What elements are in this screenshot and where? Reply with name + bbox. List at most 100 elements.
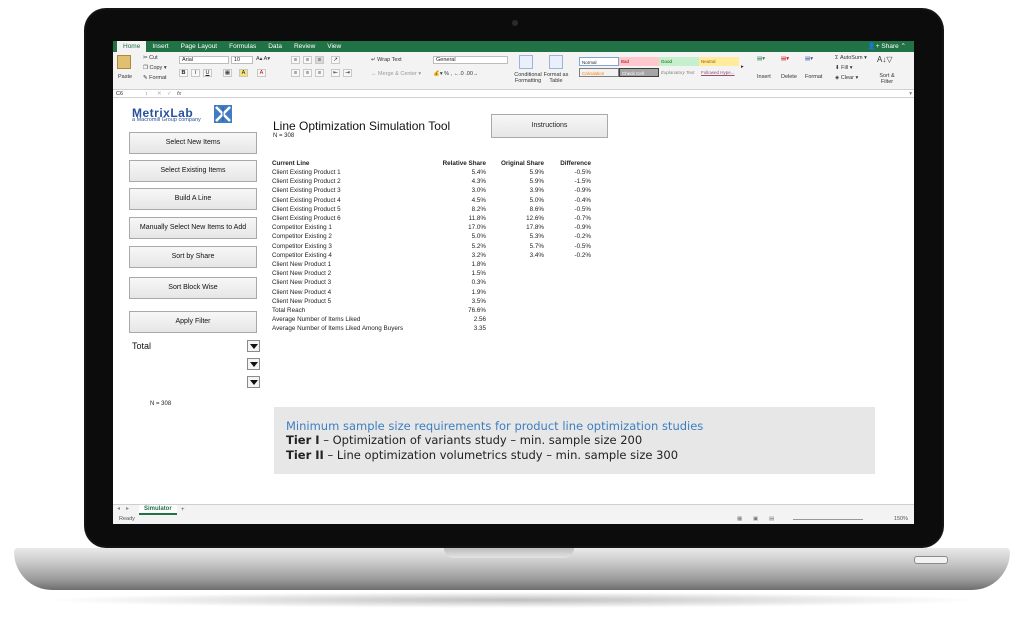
- select-new-items-button[interactable]: Select New Items: [129, 132, 257, 154]
- column-header: Current Line: [272, 160, 310, 167]
- formula-input[interactable]: [189, 90, 905, 98]
- status-ready: Ready: [119, 516, 135, 522]
- worksheet: MetrixLab a Macromill Group company Sele…: [113, 98, 914, 504]
- number-format-buttons[interactable]: 💰▾ % , ←.0 .00→: [433, 71, 478, 77]
- zoom-slider[interactable]: [793, 519, 863, 520]
- styles-more-icon[interactable]: ▸: [741, 64, 744, 70]
- align-top-icon[interactable]: ≡: [291, 56, 300, 64]
- format-painter-button[interactable]: ✎ Format: [143, 75, 167, 81]
- style-bad[interactable]: Bad: [619, 57, 659, 66]
- decrease-indent-icon[interactable]: ⇤: [331, 69, 340, 77]
- tab-home[interactable]: Home: [117, 41, 147, 52]
- fill-button[interactable]: ⬇ Fill ▾: [835, 65, 852, 71]
- apply-filter-button[interactable]: Apply Filter: [129, 311, 257, 333]
- add-sheet-button[interactable]: +: [181, 505, 185, 515]
- align-bottom-icon[interactable]: ≡: [315, 56, 324, 64]
- style-check-cell[interactable]: Check Cell: [619, 68, 659, 77]
- cell-value: [486, 297, 544, 306]
- font-grow-shrink[interactable]: A▴ A▾: [256, 56, 270, 62]
- cell-value: 3.2%: [471, 251, 486, 259]
- share-button[interactable]: 👤+ Share ⌃: [868, 41, 906, 52]
- font-name-select[interactable]: Arial: [179, 56, 229, 64]
- insert-button[interactable]: Insert: [757, 74, 771, 80]
- cell-value: 5.9%: [529, 169, 544, 176]
- orientation-icon[interactable]: ↗: [331, 56, 340, 64]
- align-middle-icon[interactable]: ≡: [303, 56, 312, 64]
- sort-block-wise-button[interactable]: Sort Block Wise: [129, 277, 257, 299]
- filter-dropdown-2[interactable]: [247, 358, 260, 370]
- clear-button[interactable]: ◈ Clear ▾: [835, 75, 858, 81]
- instructions-button[interactable]: Instructions: [491, 114, 608, 138]
- tab-data[interactable]: Data: [262, 41, 288, 52]
- style-calculation[interactable]: Calculation: [579, 68, 619, 77]
- view-normal-icon[interactable]: ▦: [737, 515, 742, 524]
- sort-filter-button[interactable]: Sort & Filter: [873, 73, 901, 85]
- view-pagebreak-icon[interactable]: ▤: [769, 515, 774, 524]
- cell-value: [544, 297, 591, 306]
- sort-by-share-button[interactable]: Sort by Share: [129, 246, 257, 268]
- cell-value: [544, 278, 591, 287]
- cell-value: 5.7%: [529, 242, 544, 250]
- insert-cells-icon[interactable]: ▤▾: [757, 56, 765, 62]
- filter-dropdown-1[interactable]: [247, 340, 260, 352]
- paste-label[interactable]: Paste: [118, 74, 132, 80]
- table-row: Average Number of Items Liked 2.56: [272, 315, 591, 324]
- manually-select-button[interactable]: Manually Select New Items to Add: [129, 217, 257, 239]
- row-label: Total Reach: [272, 307, 306, 315]
- tab-insert[interactable]: Insert: [146, 41, 174, 52]
- format-cells-icon[interactable]: ▤▾: [805, 56, 813, 62]
- tab-view[interactable]: View: [321, 41, 347, 52]
- italic-button[interactable]: I: [191, 69, 200, 77]
- autosum-button[interactable]: Σ AutoSum ▾: [835, 55, 867, 61]
- cell-value: 1.8%: [471, 261, 486, 269]
- cut-button[interactable]: ✂ Cut: [143, 55, 158, 61]
- cell-value: 17.8%: [526, 224, 544, 232]
- zoom-level[interactable]: 150%: [894, 515, 908, 524]
- wrap-text-button[interactable]: ↵ Wrap Text: [371, 57, 402, 63]
- borders-icon[interactable]: ▦: [223, 69, 232, 77]
- style-good[interactable]: Good: [659, 57, 699, 66]
- style-explanatory[interactable]: Explanatory Text: [659, 68, 699, 77]
- fill-color-icon[interactable]: A: [239, 69, 248, 77]
- format-as-table-icon[interactable]: [549, 55, 563, 69]
- align-left-icon[interactable]: ≡: [291, 69, 300, 77]
- ribbon-home: Paste ✂ Cut ❐ Copy ▾ ✎ Format Arial 10 A…: [113, 52, 914, 90]
- sheet-next-icon[interactable]: ▸: [126, 505, 129, 512]
- expand-formula-icon[interactable]: ▾: [909, 90, 912, 98]
- underline-button[interactable]: U: [203, 69, 212, 77]
- font-color-icon[interactable]: A: [257, 69, 266, 77]
- conditional-formatting-icon[interactable]: [519, 55, 533, 69]
- align-right-icon[interactable]: ≡: [315, 69, 324, 77]
- tab-page-layout[interactable]: Page Layout: [175, 41, 224, 52]
- sheet-prev-icon[interactable]: ◂: [117, 505, 120, 512]
- sort-filter-icon[interactable]: A↓▽: [877, 55, 893, 64]
- cancel-entry-icon[interactable]: ✕: [157, 90, 162, 98]
- format-cells-button[interactable]: Format: [805, 74, 822, 80]
- number-format-select[interactable]: General: [433, 56, 508, 64]
- align-center-icon[interactable]: ≡: [303, 69, 312, 77]
- conditional-formatting-button[interactable]: Conditional Formatting: [513, 72, 543, 84]
- view-layout-icon[interactable]: ▣: [753, 515, 758, 524]
- sheet-tab-simulator[interactable]: Simulator: [139, 505, 177, 515]
- style-neutral[interactable]: Neutral: [699, 57, 739, 66]
- select-existing-items-button[interactable]: Select Existing Items: [129, 160, 257, 182]
- style-followed-hyperlink[interactable]: Followed Hype...: [699, 68, 739, 77]
- paste-icon[interactable]: [117, 55, 131, 69]
- delete-button[interactable]: Delete: [781, 74, 797, 80]
- cell-value: 5.0%: [471, 233, 486, 241]
- merge-center-button[interactable]: ↔ Merge & Center ▾: [371, 71, 421, 77]
- style-normal[interactable]: Normal: [579, 57, 619, 66]
- name-box[interactable]: C6: [116, 90, 123, 98]
- copy-button[interactable]: ❐ Copy ▾: [143, 65, 167, 71]
- build-a-line-button[interactable]: Build A Line: [129, 188, 257, 210]
- font-size-select[interactable]: 10: [231, 56, 253, 64]
- tab-review[interactable]: Review: [288, 41, 321, 52]
- confirm-entry-icon[interactable]: ✓: [167, 90, 172, 98]
- filter-dropdown-3[interactable]: [247, 376, 260, 388]
- format-as-table-button[interactable]: Format as Table: [543, 72, 569, 84]
- bold-button[interactable]: B: [179, 69, 188, 77]
- tab-formulas[interactable]: Formulas: [223, 41, 262, 52]
- function-icon[interactable]: fx: [177, 90, 181, 98]
- delete-cells-icon[interactable]: ▤▾: [781, 56, 789, 62]
- increase-indent-icon[interactable]: ⇥: [343, 69, 352, 77]
